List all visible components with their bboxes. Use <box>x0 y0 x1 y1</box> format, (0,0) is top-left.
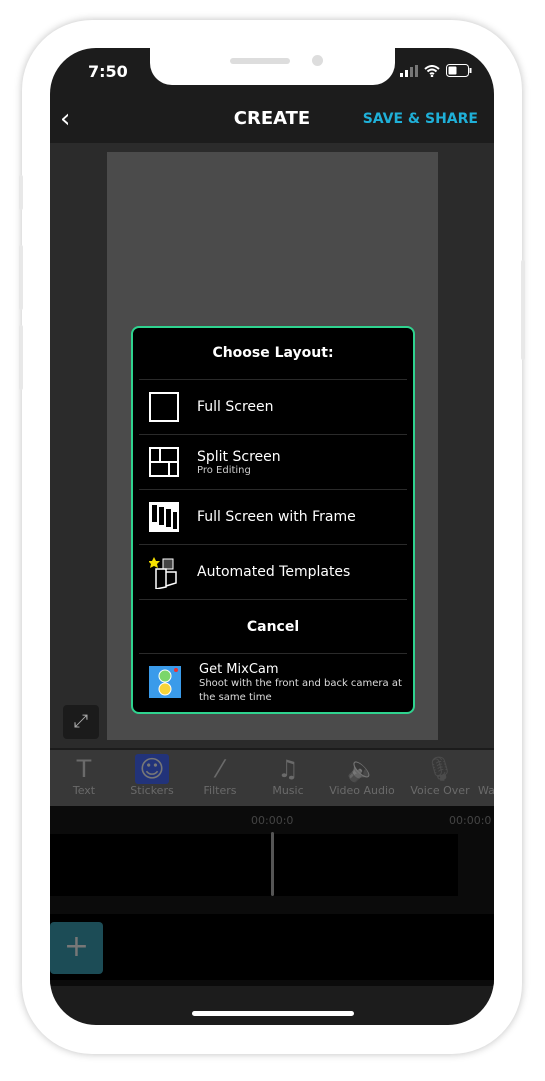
timestamp: 00:00:0 <box>449 814 492 827</box>
option-label: Full Screen <box>197 399 274 415</box>
tool-stickers[interactable]: ☺ Stickers <box>118 750 186 806</box>
split-screen-icon <box>149 447 179 477</box>
notch <box>150 48 395 85</box>
save-share-button[interactable]: SAVE & SHARE <box>363 111 478 127</box>
tool-voice-over[interactable]: 🎙 Voice Over <box>402 750 478 806</box>
full-screen-icon <box>149 392 179 422</box>
speaker-icon: 🔈 <box>347 755 377 783</box>
tool-music[interactable]: ♫ Music <box>254 750 322 806</box>
tool-label: Filters <box>203 784 237 797</box>
magic-wand-icon: ⁄ <box>217 755 222 783</box>
tool-video-audio[interactable]: 🔈 Video Audio <box>322 750 402 806</box>
timestamp: 00:00:0 <box>251 814 294 827</box>
volume-up-button <box>19 245 23 310</box>
video-track[interactable] <box>50 834 458 896</box>
status-icons <box>400 64 472 77</box>
home-indicator[interactable] <box>192 1011 354 1016</box>
power-button <box>521 260 525 360</box>
option-label: Automated Templates <box>197 564 351 580</box>
music-note-icon: ♫ <box>277 755 299 783</box>
tool-label: Text <box>72 784 96 797</box>
tool-label: Wa <box>478 784 494 797</box>
add-clip-button[interactable]: + <box>50 922 103 974</box>
expand-icon[interactable]: ⤢ <box>63 705 99 739</box>
clip-track <box>50 914 494 980</box>
nav-header: ‹ CREATE SAVE & SHARE <box>50 98 494 143</box>
text-icon: T <box>76 755 92 783</box>
promo-title: Get MixCam <box>199 662 279 677</box>
get-mixcam-promo[interactable]: Get MixCam Shoot with the front and back… <box>139 654 407 705</box>
signal-icon <box>400 64 418 77</box>
tool-label: Voice Over <box>410 784 470 797</box>
volume-down-button <box>19 325 23 390</box>
option-full-screen[interactable]: Full Screen <box>139 380 407 435</box>
option-label: Full Screen with Frame <box>197 509 356 525</box>
dialog-title: Choose Layout: <box>139 328 407 380</box>
frame-layout-icon <box>149 502 179 532</box>
canvas-area: ⤢ Choose Layout: Full Screen Split Scree… <box>50 143 494 748</box>
status-time: 7:50 <box>88 62 128 81</box>
tool-label: Video Audio <box>329 784 395 797</box>
cancel-button[interactable]: Cancel <box>139 600 407 654</box>
promo-description: Shoot with the front and back camera at … <box>199 678 402 703</box>
wifi-icon <box>424 64 440 77</box>
tool-label: Music <box>272 784 304 797</box>
option-automated-templates[interactable]: Automated Templates <box>139 545 407 600</box>
tool-filters[interactable]: ⁄ Filters <box>186 750 254 806</box>
option-split-screen[interactable]: Split Screen Pro Editing <box>139 435 407 490</box>
playhead[interactable] <box>271 832 274 896</box>
templates-icon <box>148 557 179 590</box>
stickers-icon: ☺ <box>135 754 169 784</box>
tool-partial[interactable]: Wa <box>478 750 494 806</box>
partial-icon <box>478 754 494 784</box>
screen: 7:50 ‹ CREATE SAVE & SHARE ⤢ Choose Layo… <box>50 48 494 1025</box>
mixcam-app-icon <box>149 666 181 698</box>
tool-text[interactable]: T Text <box>50 750 118 806</box>
editing-toolbar: T Text ☺ Stickers ⁄ Filters ♫ Music 🔈 Video A… <box>50 750 494 806</box>
microphone-icon: 🎙 <box>424 755 456 783</box>
choose-layout-dialog: Choose Layout: Full Screen Split Screen P… <box>131 326 415 714</box>
option-sublabel: Pro Editing <box>197 464 251 476</box>
option-full-screen-frame[interactable]: Full Screen with Frame <box>139 490 407 545</box>
timeline: 00:00:0 00:00:0 + <box>50 806 494 986</box>
battery-icon <box>446 64 472 77</box>
option-label: Split Screen <box>197 448 281 465</box>
mute-switch <box>19 175 23 210</box>
tool-label: Stickers <box>130 784 174 797</box>
